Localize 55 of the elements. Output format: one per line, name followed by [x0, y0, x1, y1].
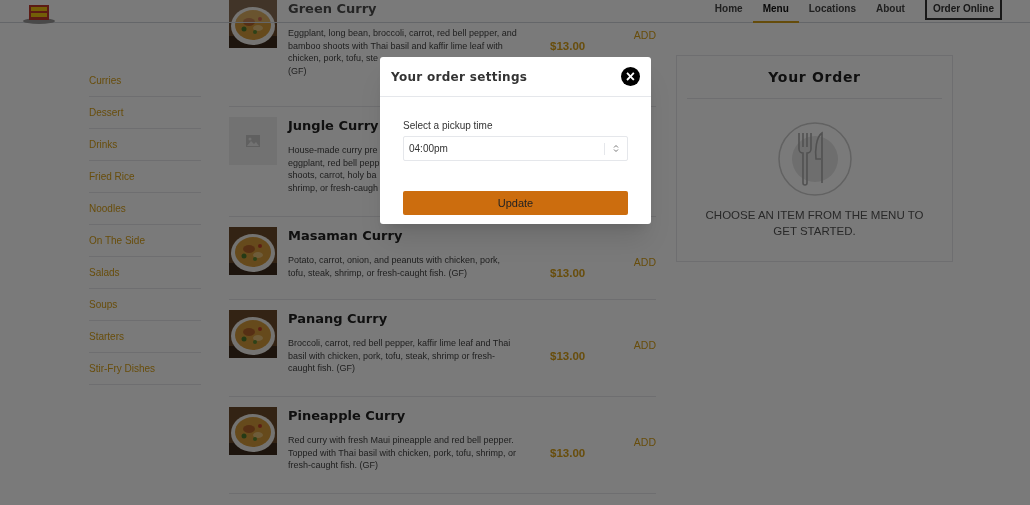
- item-description: fresh-caught fish. (GF): [288, 459, 379, 472]
- nav-link[interactable]: Home: [704, 0, 753, 23]
- empty-order-message: CHOOSE AN ITEM FROM THE MENU TO GET STARTED.: [704, 208, 925, 239]
- fork-knife-icon: [776, 121, 853, 197]
- updown-icon: [613, 144, 619, 153]
- item-name: Jungle Curry: [288, 118, 379, 134]
- order-online-button[interactable]: Order Online: [924, 0, 1002, 20]
- category-link[interactable]: Dessert: [89, 105, 124, 120]
- item-description: eggplant, red bell pepp: [288, 156, 380, 169]
- item-description: bamboo shoots with Thai basil and kaffir lime leaf with: [288, 39, 503, 52]
- logo-icon[interactable]: [22, 4, 56, 24]
- item-description: caught fish. (GF): [288, 362, 356, 375]
- item-description: chicken, pork, tofu, ste: [288, 52, 379, 65]
- item-price: $13.00: [550, 446, 586, 459]
- item-description: House-made curry pre: [288, 144, 378, 157]
- add-link[interactable]: ADD: [633, 255, 656, 269]
- category-link[interactable]: Starters: [89, 329, 124, 344]
- category-link[interactable]: Drinks: [89, 137, 118, 152]
- category-link[interactable]: Salads: [89, 265, 120, 280]
- close-button[interactable]: ×: [621, 67, 640, 86]
- item-description: Potato, carrot, onion, and peanuts with chicken, pork,: [288, 254, 501, 267]
- item-description: Red curry with fresh Maui pineapple and red bell pepper.: [288, 434, 514, 447]
- category-link[interactable]: Soups: [89, 297, 118, 312]
- item-description: basil with chicken, pork, tofu, steak, shrimp or fresh-: [288, 349, 496, 362]
- item-price: $13.00: [550, 39, 586, 52]
- add-link[interactable]: ADD: [633, 28, 656, 42]
- pickup-time-select[interactable]: 04:00pm: [403, 136, 628, 161]
- add-link[interactable]: ADD: [633, 338, 656, 352]
- order-title: Your Order: [768, 68, 861, 87]
- item-description: shrimp, or fresh-caugh: [288, 181, 379, 194]
- item-price: $13.00: [550, 349, 586, 362]
- category-link[interactable]: On The Side: [89, 233, 145, 248]
- item-name: Panang Curry: [288, 311, 388, 327]
- item-description: shoots, carrot, holy ba: [288, 169, 377, 182]
- item-description: (GF): [288, 64, 307, 77]
- add-link[interactable]: ADD: [633, 435, 656, 449]
- item-name: Masaman Curry: [288, 228, 403, 244]
- item-price: $13.00: [550, 266, 586, 279]
- dialog-title: Your order settings: [391, 68, 528, 86]
- select-value: 04:00pm: [409, 142, 448, 156]
- item-description: tofu, steak, shrimp, or fresh-caught fish. (GF): [288, 266, 468, 279]
- category-link[interactable]: Curries: [89, 73, 122, 88]
- item-description: Eggplant, long bean, broccoli, carrot, red bell pepper, and: [288, 27, 517, 40]
- category-link[interactable]: Fried Rice: [89, 169, 135, 184]
- update-button[interactable]: Update: [403, 191, 628, 215]
- nav-link[interactable]: Locations: [798, 0, 866, 23]
- field-label: Select a pickup time: [403, 119, 494, 133]
- category-link[interactable]: Stir-Fry Dishes: [89, 361, 156, 376]
- item-name: Pineapple Curry: [288, 408, 406, 424]
- item-description: Topped with Thai basil with chicken, pork, tofu, shrimp, or: [288, 446, 516, 459]
- nav-link[interactable]: About: [866, 0, 915, 23]
- nav-link[interactable]: Menu: [752, 0, 799, 23]
- category-link[interactable]: Noodles: [89, 201, 126, 216]
- item-name: Green Curry: [288, 1, 377, 17]
- item-description: Broccoli, carrot, red bell pepper, kaffir lime leaf and Thai: [288, 337, 511, 350]
